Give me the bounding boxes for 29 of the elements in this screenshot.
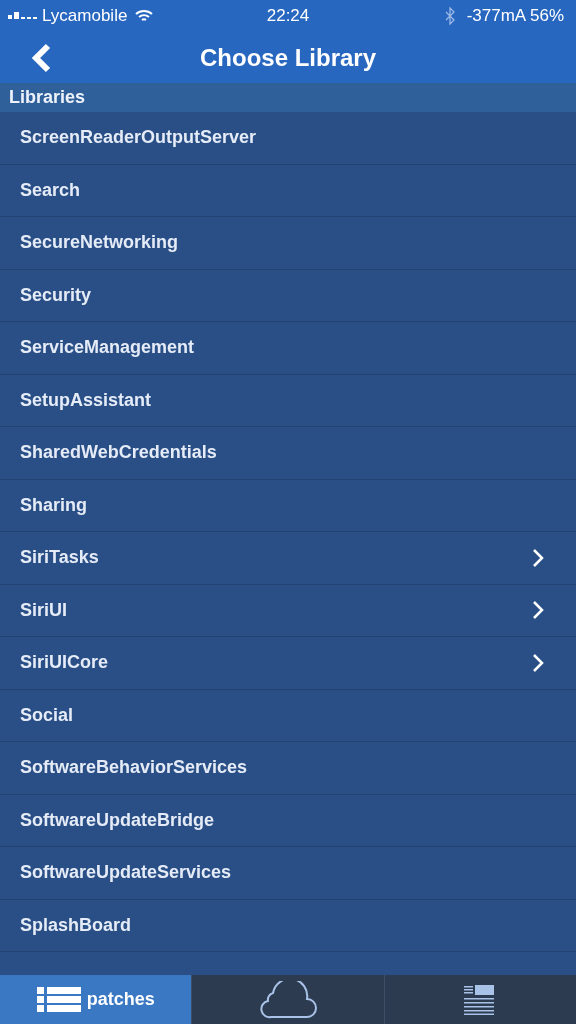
library-row[interactable]: Social xyxy=(0,689,576,742)
library-row[interactable]: SoftwareBehaviorServices xyxy=(0,742,576,795)
library-row[interactable]: Sharing xyxy=(0,479,576,532)
library-row[interactable]: SharedWebCredentials xyxy=(0,427,576,480)
cloud-icon xyxy=(259,980,317,1019)
clock-time: 22:24 xyxy=(266,5,310,28)
library-row[interactable]: SoftwareUpdateBridge xyxy=(0,794,576,847)
section-header: Libraries xyxy=(0,83,576,112)
library-row[interactable]: SecureNetworking xyxy=(0,217,576,270)
library-row[interactable]: SiriUICore xyxy=(0,637,576,690)
library-row[interactable]: Search xyxy=(0,164,576,217)
tab[interactable]: patches xyxy=(0,975,192,1024)
library-row[interactable]: ServiceManagement xyxy=(0,322,576,375)
signal-icon xyxy=(8,12,38,20)
battery-status: -377mA 56% xyxy=(466,5,564,28)
library-row[interactable]: SoftwareUpdateServices xyxy=(0,847,576,900)
library-row[interactable]: SiriTasks xyxy=(0,532,576,585)
screen-title: Choose Library xyxy=(200,42,376,73)
document-icon xyxy=(464,984,497,1015)
library-row[interactable]: SplashBoard xyxy=(0,899,576,952)
list-icon xyxy=(36,986,81,1013)
back-chevron-icon xyxy=(30,42,52,73)
library-row[interactable]: SetupAssistant xyxy=(0,374,576,427)
bluetooth-icon xyxy=(444,7,455,25)
library-row[interactable]: Security xyxy=(0,269,576,322)
library-row[interactable]: SiriUI xyxy=(0,584,576,637)
library-row[interactable]: ScreenReaderOutputServer xyxy=(0,112,576,165)
carrier-name: Lycamobile xyxy=(42,5,128,28)
wifi-icon xyxy=(135,9,154,23)
